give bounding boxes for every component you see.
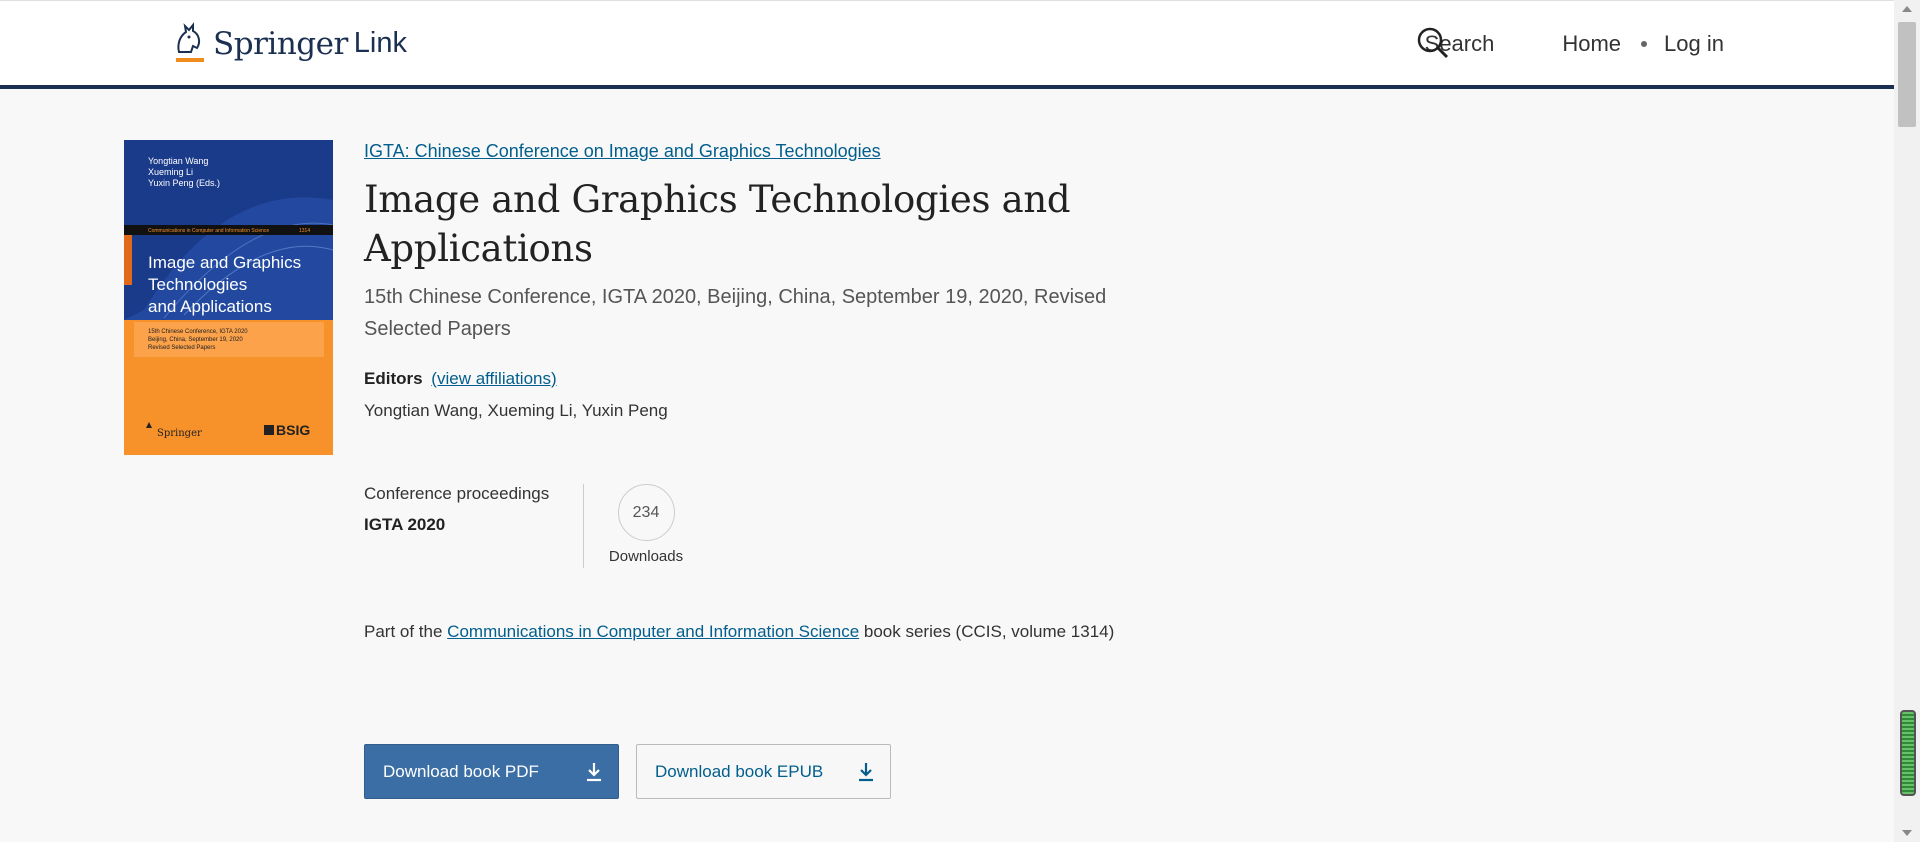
series-suffix: book series (CCIS, volume 1314) bbox=[863, 622, 1115, 641]
book-subtitle: 15th Chinese Conference, IGTA 2020, Beij… bbox=[364, 286, 1107, 340]
cover-title-line-1: Image and Graphics bbox=[148, 253, 301, 272]
cover-editor-3: Yuxin Peng (Eds.) bbox=[148, 178, 220, 188]
scroll-up-arrow-icon[interactable] bbox=[1902, 6, 1912, 12]
top-nav: Search Home Log in bbox=[1417, 27, 1724, 59]
nav-home-link[interactable]: Home bbox=[1562, 31, 1621, 57]
cover-series-strip: Communications in Computer and Informati… bbox=[148, 228, 269, 234]
download-epub-button[interactable]: Download book EPUB bbox=[636, 744, 891, 799]
series-info: Part of the Communications in Computer a… bbox=[364, 622, 1114, 642]
editors-list: Yongtian Wang, Xueming Li, Yuxin Peng bbox=[364, 401, 668, 420]
series-link[interactable]: Communications in Computer and Informati… bbox=[447, 622, 859, 641]
book-cover-image: Yongtian Wang Xueming Li Yuxin Peng (Eds… bbox=[124, 140, 333, 455]
brand-springer: Springer bbox=[213, 25, 348, 62]
editors-row: Editors (view affiliations) bbox=[364, 369, 1194, 389]
nav-separator-dot bbox=[1641, 41, 1648, 47]
nav-login-link[interactable]: Log in bbox=[1664, 31, 1724, 57]
scroll-down-arrow-icon[interactable] bbox=[1902, 830, 1912, 836]
cover-editor-2: Xueming Li bbox=[148, 167, 193, 177]
book-cover-art: Yongtian Wang Xueming Li Yuxin Peng (Eds… bbox=[124, 140, 333, 455]
cover-sub-line-2: Beijing, China, September 19, 2020 bbox=[148, 337, 243, 343]
download-buttons: Download book PDF Download book EPUB bbox=[364, 744, 891, 799]
cover-series-number: 1314 bbox=[299, 228, 310, 234]
conference-series-link[interactable]: IGTA: Chinese Conference on Image and Gr… bbox=[364, 141, 881, 161]
cover-title-line-2: Technologies bbox=[148, 275, 247, 294]
proceedings-info: Conference proceedings IGTA 2020 bbox=[364, 484, 584, 568]
springer-horse-icon bbox=[176, 21, 204, 62]
download-icon bbox=[587, 762, 601, 781]
springer-link-logo[interactable]: Springer Link bbox=[171, 21, 407, 66]
site-header: Springer Link Search Home Log in bbox=[0, 0, 1894, 89]
editors-label: Editors bbox=[364, 369, 423, 388]
proceedings-name: IGTA 2020 bbox=[364, 515, 446, 534]
scroll-indicator-widget[interactable] bbox=[1900, 710, 1916, 796]
scrollbar-thumb[interactable] bbox=[1898, 22, 1916, 127]
cover-partner: BSIG bbox=[276, 422, 310, 438]
cover-editor-1: Yongtian Wang bbox=[148, 156, 208, 166]
cover-sub-line-1: 15th Chinese Conference, IGTA 2020 bbox=[148, 329, 248, 335]
series-prefix: Part of the bbox=[364, 622, 443, 641]
downloads-label: Downloads bbox=[608, 548, 684, 565]
search-icon bbox=[1417, 27, 1448, 59]
download-pdf-label: Download book PDF bbox=[383, 761, 539, 781]
page-scrollbar[interactable] bbox=[1894, 0, 1920, 842]
download-pdf-button[interactable]: Download book PDF bbox=[364, 744, 619, 799]
downloads-metric: 234 Downloads bbox=[604, 484, 688, 568]
cover-publisher: Springer bbox=[157, 428, 202, 439]
proceedings-type: Conference proceedings bbox=[364, 484, 550, 503]
book-metadata: Conference proceedings IGTA 2020 234 Dow… bbox=[364, 484, 688, 568]
brand-link: Link bbox=[353, 27, 407, 59]
search-link[interactable]: Search bbox=[1417, 27, 1494, 59]
view-affiliations-link[interactable]: (view affiliations) bbox=[431, 369, 556, 388]
book-title: Image and Graphics Technologies and Appl… bbox=[364, 178, 1071, 270]
download-icon bbox=[859, 762, 873, 781]
cover-title-line-3: and Applications bbox=[148, 297, 272, 316]
cover-bsig-icon bbox=[264, 425, 274, 435]
downloads-count: 234 bbox=[617, 484, 675, 541]
download-epub-label: Download book EPUB bbox=[655, 761, 824, 781]
book-details: IGTA: Chinese Conference on Image and Gr… bbox=[364, 141, 1194, 799]
cover-sub-line-3: Revised Selected Papers bbox=[148, 345, 215, 351]
